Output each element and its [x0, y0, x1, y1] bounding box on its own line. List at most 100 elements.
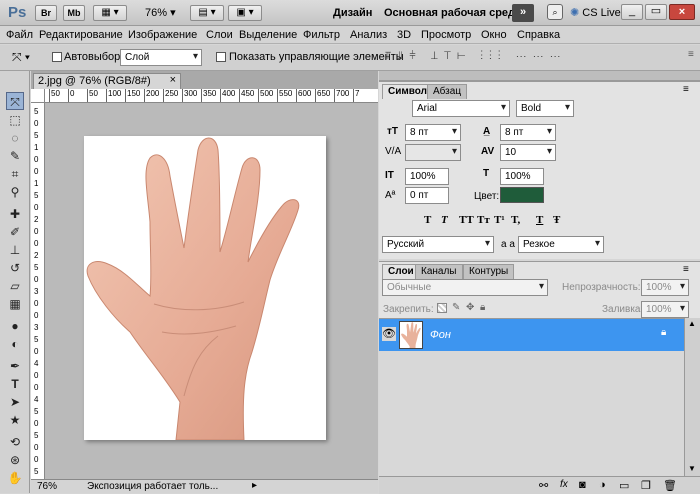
type-tool-icon[interactable]: T	[6, 375, 24, 393]
superscript-button[interactable]: T¹	[494, 214, 505, 226]
faux-italic-button[interactable]: T	[441, 214, 448, 226]
hand-tool-icon[interactable]: ✋	[6, 469, 24, 487]
opacity-field[interactable]: 100%	[641, 279, 689, 296]
vertical-scale-field[interactable]: 100%	[405, 168, 449, 185]
tab-channels[interactable]: Каналы	[415, 264, 463, 279]
fill-field[interactable]: 100%	[641, 301, 689, 318]
lock-all-icon[interactable]: 🔒︎	[480, 302, 485, 313]
layers-scrollbar[interactable]: ▲ ▼	[684, 318, 700, 476]
subscript-button[interactable]: T,	[511, 214, 520, 226]
canvas-area[interactable]	[45, 103, 378, 479]
layer-name[interactable]: Фон	[430, 329, 451, 341]
tracking-field[interactable]: 10	[500, 144, 556, 161]
workspace-design[interactable]: Дизайн	[333, 7, 372, 19]
horizontal-scale-field[interactable]: 100%	[500, 168, 544, 185]
scroll-up-icon[interactable]: ▲	[688, 319, 696, 328]
quick-select-tool-icon[interactable]: ✎	[6, 147, 24, 165]
font-family-select[interactable]: Arial	[412, 100, 510, 117]
adjustment-layer-icon[interactable]: ◑	[599, 479, 606, 491]
3d-rotate-tool-icon[interactable]: ⟲	[6, 433, 24, 451]
move-tool-preset-icon[interactable]: ⤧ ▾	[12, 50, 30, 65]
show-controls-checkbox[interactable]	[216, 52, 226, 62]
lock-transparent-icon[interactable]	[437, 303, 447, 313]
crop-tool-icon[interactable]: ⌗	[6, 165, 24, 183]
link-layers-icon[interactable]: ⚯	[539, 479, 548, 492]
shape-tool-icon[interactable]: ★	[6, 411, 24, 429]
language-select[interactable]: Русский	[382, 236, 494, 253]
menu-select[interactable]: Выделение	[239, 29, 297, 41]
layer-row[interactable]: 👁︎ Фон 🔒︎	[379, 319, 684, 351]
font-size-field[interactable]: 8 пт	[405, 124, 461, 141]
autoselect-select[interactable]: Слой	[120, 49, 202, 66]
history-brush-tool-icon[interactable]: ↺	[6, 259, 24, 277]
new-layer-icon[interactable]: ❐	[641, 479, 651, 492]
close-tab-icon[interactable]: ×	[170, 74, 176, 86]
tab-paths[interactable]: Контуры	[463, 264, 515, 279]
align-buttons-group[interactable]: ⫪⫫⫩ ⊥⊤⊢ ⋮⋮⋮ ⋯⋯⋯	[385, 50, 567, 63]
maximize-button[interactable]: ▭	[645, 4, 667, 20]
dodge-tool-icon[interactable]: ◐	[6, 335, 24, 353]
strikethrough-button[interactable]: Ŧ	[553, 214, 560, 226]
font-style-select[interactable]: Bold	[516, 100, 574, 117]
faux-bold-button[interactable]: T	[424, 214, 431, 226]
menu-image[interactable]: Изображение	[128, 29, 197, 41]
tab-character[interactable]: Символ	[382, 84, 433, 99]
move-tool-icon[interactable]: ⤧	[6, 92, 24, 110]
autoselect-checkbox[interactable]	[52, 52, 62, 62]
menu-analysis[interactable]: Анализ	[350, 29, 387, 41]
text-color-swatch[interactable]	[500, 187, 544, 203]
zoom-select[interactable]: 76% ▾	[145, 6, 181, 19]
antialias-select[interactable]: Резкое	[518, 236, 604, 253]
search-help-icon[interactable]: ⌕	[547, 4, 563, 20]
brush-tool-icon[interactable]: ✐	[6, 223, 24, 241]
new-group-icon[interactable]: ▭	[619, 479, 629, 492]
image-canvas[interactable]	[84, 136, 326, 440]
3d-orbit-tool-icon[interactable]: ⊛	[6, 451, 24, 469]
menu-window[interactable]: Окно	[481, 29, 507, 41]
menu-3d[interactable]: 3D	[397, 29, 411, 41]
menu-edit[interactable]: Редактирование	[39, 29, 123, 41]
underline-button[interactable]: T	[536, 214, 543, 226]
menu-file[interactable]: Файл	[6, 29, 33, 41]
tab-paragraph[interactable]: Абзац	[427, 84, 468, 99]
bridge-icon[interactable]: Br	[35, 5, 57, 21]
blur-tool-icon[interactable]: ●	[6, 317, 24, 335]
menu-help[interactable]: Справка	[517, 29, 560, 41]
workspace-overflow-button[interactable]: »	[512, 4, 534, 22]
menu-view[interactable]: Просмотр	[421, 29, 471, 41]
arrange-documents-button[interactable]: ▤ ▾	[190, 5, 224, 21]
gradient-tool-icon[interactable]: ▦	[6, 295, 24, 313]
document-tab[interactable]: 2.jpg @ 76% (RGB/8#) ×	[33, 73, 181, 89]
eraser-tool-icon[interactable]: ▱	[6, 277, 24, 295]
status-info[interactable]: Экспозиция работает толь...	[87, 481, 247, 492]
baseline-shift-field[interactable]: 0 пт	[405, 187, 449, 204]
status-menu-arrow-icon[interactable]: ▸	[252, 480, 257, 491]
mini-bridge-icon[interactable]: Mb	[63, 5, 85, 21]
layer-mask-icon[interactable]: ◙	[579, 479, 586, 491]
healing-tool-icon[interactable]: ✚	[6, 205, 24, 223]
workspace-essentials[interactable]: Основная рабочая среда	[384, 7, 521, 19]
menu-layers[interactable]: Слои	[206, 29, 233, 41]
stamp-tool-icon[interactable]: ⊥	[6, 241, 24, 259]
scroll-down-icon[interactable]: ▼	[688, 464, 696, 473]
small-caps-button[interactable]: Tт	[477, 214, 490, 226]
lock-image-icon[interactable]: ✎	[452, 302, 460, 313]
delete-layer-icon[interactable]: 🗑︎	[663, 479, 677, 492]
status-zoom-field[interactable]: 76%	[37, 481, 57, 492]
layer-style-icon[interactable]: fx	[560, 479, 568, 490]
lasso-tool-icon[interactable]: ◌	[6, 129, 24, 147]
lock-position-icon[interactable]: ✥	[466, 302, 474, 313]
marquee-tool-icon[interactable]: ⬚	[6, 111, 24, 129]
kerning-field[interactable]	[405, 144, 461, 161]
path-select-tool-icon[interactable]: ➤	[6, 393, 24, 411]
all-caps-button[interactable]: TT	[459, 214, 474, 226]
close-window-button[interactable]: ×	[669, 4, 695, 20]
pen-tool-icon[interactable]: ✒	[6, 357, 24, 375]
eyedropper-tool-icon[interactable]: ⚲	[6, 183, 24, 201]
panel-menu-icon[interactable]: ≡	[683, 84, 689, 95]
minimize-button[interactable]: _	[621, 4, 643, 20]
layers-panel-menu-icon[interactable]: ≡	[683, 264, 689, 275]
visibility-eye-icon[interactable]: 👁︎	[382, 327, 396, 341]
blend-mode-select[interactable]: Обычные	[382, 279, 548, 296]
leading-field[interactable]: 8 пт	[500, 124, 556, 141]
